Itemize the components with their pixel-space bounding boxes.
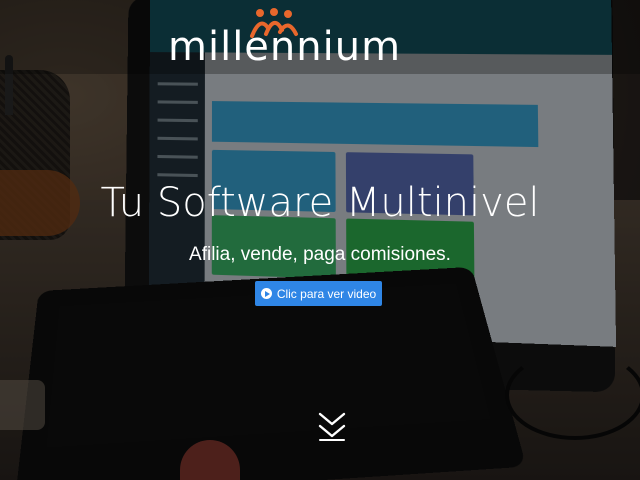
double-chevron-down-icon[interactable] <box>316 410 348 442</box>
brand-logo-text: millennium <box>168 24 402 70</box>
play-circle-icon <box>260 288 272 299</box>
watch-video-button-label: Clic para ver video <box>276 286 377 301</box>
hero-title: Tu Software Multinivel <box>100 180 540 226</box>
watch-video-button[interactable]: Clic para ver video <box>255 281 382 306</box>
brand-logo[interactable]: millennium <box>168 8 472 74</box>
hero-subtitle: Afilia, vende, paga comisiones. <box>189 244 451 265</box>
top-header-bar: millennium <box>0 0 640 74</box>
